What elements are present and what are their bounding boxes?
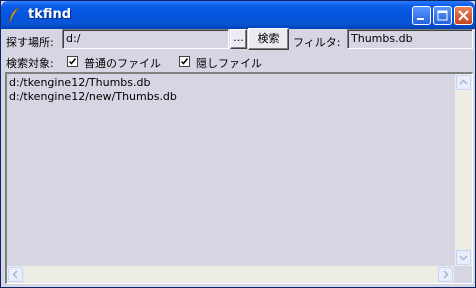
results-list: d:/tkengine12/Thumbs.db d:/tkengine12/ne… [9,76,177,104]
arrow-down-icon [457,255,470,266]
window-title: tkfind [28,7,72,22]
hidden-files-label[interactable]: 隠しファイル [196,55,262,71]
normal-files-label[interactable]: 普通のファイル [84,55,161,71]
vertical-scrollbar[interactable] [455,74,472,266]
browse-button[interactable]: ... [230,29,247,49]
horizontal-scrollbar[interactable] [7,266,454,283]
location-label: 探す場所: [6,36,54,49]
title-bar[interactable]: tkfind [1,1,475,29]
maximize-icon [434,10,451,27]
scrollbar-corner [455,266,472,283]
list-item[interactable]: d:/tkengine12/new/Thumbs.db [9,90,177,104]
maximize-button[interactable] [433,6,452,25]
arrow-left-icon [9,270,22,283]
scroll-left-button[interactable] [8,267,23,282]
results-listbox[interactable]: d:/tkengine12/Thumbs.db d:/tkengine12/ne… [5,72,473,284]
close-icon [455,10,472,27]
hidden-files-checkbox[interactable] [179,56,190,67]
minimize-icon [413,13,430,27]
close-button[interactable] [454,6,473,25]
list-item[interactable]: d:/tkengine12/Thumbs.db [9,76,177,90]
location-input[interactable]: d:/ [62,29,229,49]
scroll-up-button[interactable] [456,75,471,90]
minimize-button[interactable] [412,6,431,25]
arrow-up-icon [457,79,470,91]
feather-icon [7,7,21,24]
filter-label: フィルタ: [293,36,341,49]
scroll-right-button[interactable] [438,267,453,282]
target-label: 検索対象: [6,57,54,70]
filter-input[interactable]: Thumbs.db [347,29,473,49]
tkfind-window: tkfind 探す場所: d:/ ... 検索 フィルタ: Thumbs.db … [0,0,476,288]
normal-files-checkbox[interactable] [67,56,78,67]
scroll-down-button[interactable] [456,250,471,265]
arrow-right-icon [439,270,452,283]
search-button[interactable]: 検索 [248,28,289,50]
